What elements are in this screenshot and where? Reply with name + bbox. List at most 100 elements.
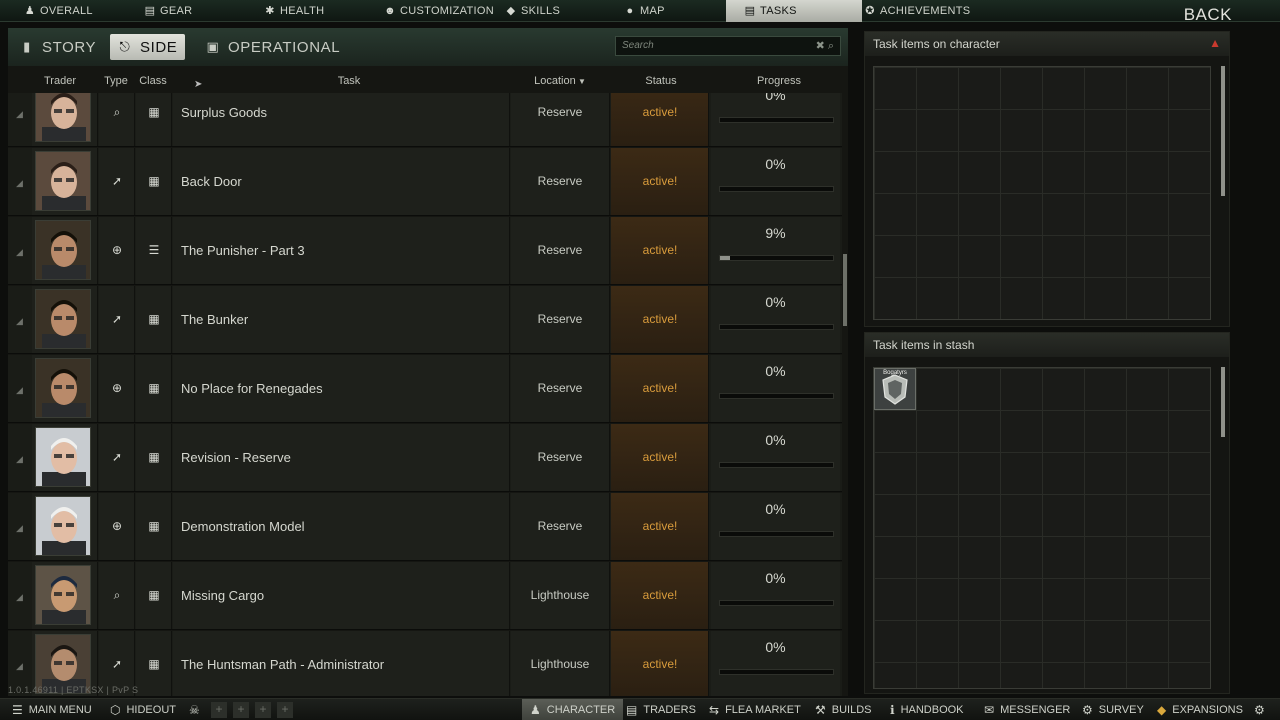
tab-side[interactable]: ⎋ SIDE [110,34,186,60]
add-group-member-3[interactable]: + [255,702,271,718]
drag-handle-icon[interactable]: ◢ [16,661,23,672]
drag-handle-icon[interactable]: ◢ [16,592,23,603]
add-group-member-1[interactable]: + [211,702,227,718]
main-menu-button[interactable]: ☰ MAIN MENU [12,699,92,720]
status-badge: active! [642,519,678,533]
drag-handle-icon[interactable]: ◢ [16,523,23,534]
header-trader[interactable]: Trader [44,75,76,87]
trader-avatar[interactable] [35,220,91,280]
header-type[interactable]: Type [104,75,128,87]
table-row[interactable]: ◢ ⊕ ▦ Demonstration Model Reserve active! 0% [8,493,842,561]
messenger-button[interactable]: ✉ MESSENGER [984,699,1070,720]
status-cell: active! [611,217,709,284]
task-name[interactable]: The Punisher - Part 3 [181,243,305,258]
flea-market-button[interactable]: ⇆ FLEA MARKET [709,699,801,720]
add-group-member-2[interactable]: + [233,702,249,718]
grid-class-icon: ▦ [148,312,160,326]
survey-button[interactable]: ⚙ SURVEY [1082,699,1144,720]
traders-icon: ▤ [626,703,638,717]
nav-overall[interactable]: ♟ OVERALL [24,0,93,22]
drag-handle-icon[interactable]: ◢ [16,385,23,396]
task-location: Reserve [537,243,583,257]
header-status[interactable]: Status [645,75,676,87]
trader-avatar[interactable] [35,151,91,211]
table-row[interactable]: ◢ ⊕ ☰ The Punisher - Part 3 Reserve active! 9% [8,217,842,285]
table-row[interactable]: ◢ ⊕ ▦ No Place for Renegades Reserve active! 0… [8,355,842,423]
search-icon[interactable]: ✖ ⌕ [816,39,834,53]
nav-gear[interactable]: ▤ GEAR [144,0,192,22]
task-list: ◢ ⌕ ▦ Surplus Goods Reserve active! 0% ◢ ➚ ▦ Back … [8,93,842,696]
nav-health[interactable]: ✱ HEALTH [264,0,324,22]
task-location: Lighthouse [530,588,590,602]
nav-skills[interactable]: ◆ SKILLS [505,0,560,22]
task-name[interactable]: Demonstration Model [181,519,305,534]
task-name[interactable]: Surplus Goods [181,105,267,120]
progress-cell: 0% [711,493,840,560]
status-cell: active! [611,631,709,696]
drag-handle-icon[interactable]: ◢ [16,316,23,327]
trader-avatar[interactable] [35,565,91,625]
table-row[interactable]: ◢ ➚ ▦ Revision - Reserve Reserve active! 0% [8,424,842,492]
expansions-button[interactable]: ◆ EXPANSIONS [1157,699,1243,720]
header-task[interactable]: Task [338,75,361,87]
grid-class-icon: ▦ [148,519,160,533]
trader-avatar[interactable] [35,358,91,418]
builds-button[interactable]: ⚒ BUILDS [815,699,872,720]
task-name[interactable]: Back Door [181,174,242,189]
progress-percent: 0% [765,501,786,517]
nav-achievements[interactable]: ✪ ACHIEVEMENTS [864,0,970,22]
tab-story[interactable]: ▮ STORY [20,34,96,60]
task-location: Reserve [537,519,583,533]
nav-customization[interactable]: ☻ CUSTOMIZATION [384,0,494,22]
table-row[interactable]: ◢ ➚ ▦ The Bunker Reserve active! 0% [8,286,842,354]
handbook-button[interactable]: ℹ HANDBOOK [890,699,964,720]
task-name[interactable]: The Huntsman Path - Administrator [181,657,384,672]
character-items-scrollbar[interactable] [1221,66,1225,196]
header-class[interactable]: Class [139,75,167,87]
back-button[interactable]: BACK [1184,5,1232,25]
drag-handle-icon[interactable]: ◢ [16,247,23,258]
character-items-grid[interactable] [873,66,1211,320]
table-row[interactable]: ◢ ➚ ▦ Back Door Reserve active! 0% [8,148,842,216]
task-name[interactable]: Revision - Reserve [181,450,291,465]
gear-shirt-icon: ▤ [144,4,156,17]
nav-tasks[interactable]: ▤ TASKS [726,0,862,22]
progress-cell: 0% [711,631,840,696]
nav-map[interactable]: ● MAP [624,0,665,22]
task-list-scrollbar[interactable] [843,254,847,326]
nav-map-label: MAP [640,4,665,17]
task-name[interactable]: Missing Cargo [181,588,264,603]
table-row[interactable]: ◢ ⌕ ▦ Surplus Goods Reserve active! 0% [8,93,842,147]
stash-item-label: Bogatyrs [883,370,907,376]
table-row[interactable]: ◢ ⌕ ▦ Missing Cargo Lighthouse active! 0% [8,562,842,630]
search-input[interactable]: Search ✖ ⌕ [615,36,841,56]
drag-handle-icon[interactable]: ◢ [16,454,23,465]
messenger-icon: ✉ [984,703,995,717]
task-name[interactable]: No Place for Renegades [181,381,323,396]
header-progress[interactable]: Progress [757,75,801,87]
drag-handle-icon[interactable]: ◢ [16,178,23,189]
trader-avatar[interactable] [35,496,91,556]
task-location: Reserve [537,105,583,119]
trader-avatar[interactable] [35,427,91,487]
settings-button[interactable]: ⚙ [1254,699,1265,720]
progress-bar-fill [720,256,731,260]
grid-class-icon: ▦ [148,657,160,671]
stash-items-scrollbar[interactable] [1221,367,1225,437]
progress-cell: 0% [711,93,840,146]
task-name[interactable]: The Bunker [181,312,248,327]
traders-button[interactable]: ▤ TRADERS [626,699,696,720]
trader-avatar[interactable] [35,93,91,142]
header-location[interactable]: Location ▼ [534,75,586,87]
add-group-member-4[interactable]: + [277,702,293,718]
grid-class-icon: ▦ [148,450,160,464]
bottom-bar: ☰ MAIN MENU ⬡ HIDEOUT ☠ + + + + ♟ CHARAC… [0,698,1280,720]
group-member-slot[interactable]: ☠ [189,699,200,720]
stash-item-bogatyrs[interactable]: Bogatyrs [874,368,916,410]
trader-avatar[interactable] [35,289,91,349]
drag-handle-icon[interactable]: ◢ [16,109,23,120]
stash-items-grid[interactable] [873,367,1211,689]
character-button[interactable]: ♟ CHARACTER [522,699,624,720]
hideout-button[interactable]: ⬡ HIDEOUT [110,699,176,720]
tab-operational[interactable]: ▣ OPERATIONAL [206,34,340,60]
